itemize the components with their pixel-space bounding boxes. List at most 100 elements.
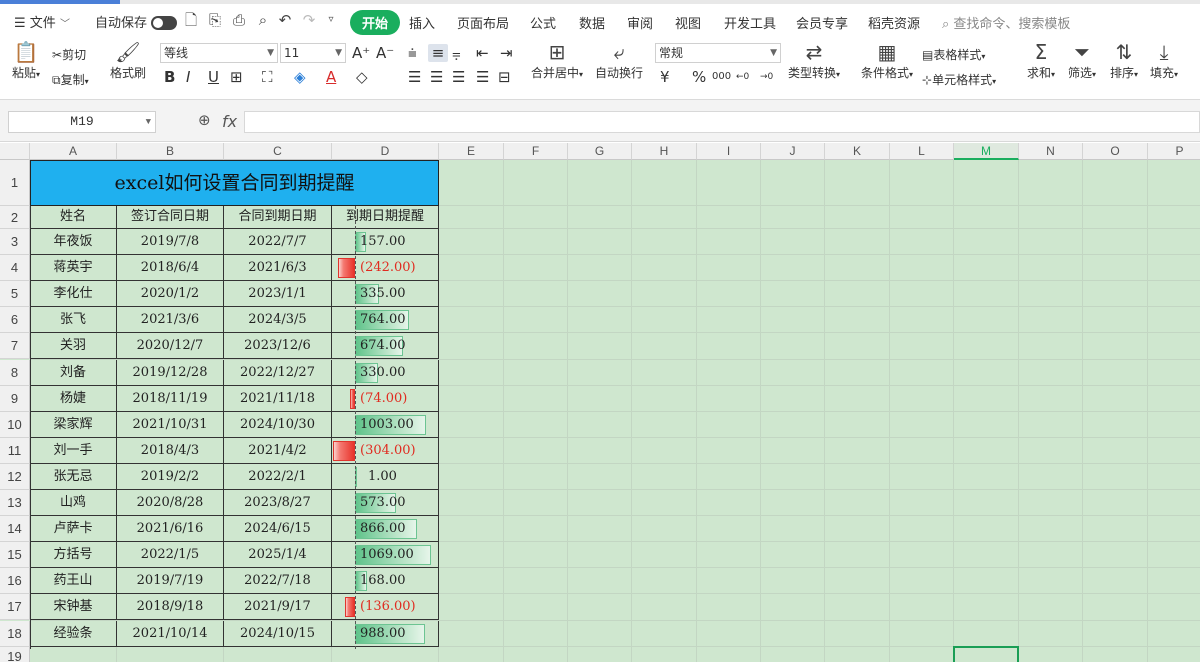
font-shrink-icon[interactable]: A⁻ xyxy=(376,44,394,62)
table-cell-name[interactable]: 杨婕 xyxy=(30,385,117,412)
table-cell-expire-date[interactable]: 2024/3/5 xyxy=(224,307,332,334)
tab-home[interactable]: 开始 xyxy=(350,10,401,35)
clear-format-icon[interactable]: ◇ xyxy=(356,68,368,86)
table-cell-sign-date[interactable]: 2021/10/31 xyxy=(117,411,224,438)
table-cell-name[interactable]: 张飞 xyxy=(30,307,117,334)
column-header-d[interactable]: D xyxy=(332,143,439,160)
sort-button[interactable]: ⇅ 排序▾ xyxy=(1106,40,1142,81)
conditional-format-button[interactable]: ▦ 条件格式▾ xyxy=(858,40,916,81)
table-cell-sign-date[interactable]: 2020/12/7 xyxy=(117,333,224,360)
tab-docer-resources[interactable]: 稻壳资源 xyxy=(868,13,920,32)
column-header-c[interactable]: C xyxy=(224,143,332,160)
column-header-j[interactable]: J xyxy=(761,143,825,160)
worksheet-grid[interactable]: A B C D E F G H I J K L M N O P 1 2 3 4 5 6 7 8 9 10 11 12 13 14 15 16 1… xyxy=(0,143,1200,662)
column-header-h[interactable]: H xyxy=(632,143,697,160)
table-cell-expire-date[interactable]: 2023/8/27 xyxy=(224,490,332,517)
row-header-18[interactable]: 18 xyxy=(0,620,30,647)
table-style-button[interactable]: ▤表格样式▾ xyxy=(922,46,985,63)
table-cell-sign-date[interactable]: 2019/12/28 xyxy=(117,359,224,386)
table-header-cell[interactable]: 姓名 xyxy=(30,206,117,229)
column-header-i[interactable]: I xyxy=(697,143,761,160)
column-header-g[interactable]: G xyxy=(568,143,632,160)
table-header-cell[interactable]: 合同到期日期 xyxy=(224,206,332,229)
table-cell-name[interactable]: 山鸡 xyxy=(30,490,117,517)
row-header-9[interactable]: 9 xyxy=(0,385,30,412)
table-cell-sign-date[interactable]: 2020/8/28 xyxy=(117,490,224,517)
fill-button[interactable]: ⤓ 填充▾ xyxy=(1146,40,1182,81)
table-cell-name[interactable]: 药王山 xyxy=(30,568,117,595)
fill-color-icon[interactable]: ◈ xyxy=(294,68,306,86)
row-header-19[interactable]: 19 xyxy=(0,646,30,662)
print-icon[interactable]: ⎙ xyxy=(230,11,248,29)
table-cell-name[interactable]: 蒋英宇 xyxy=(30,255,117,282)
distribute-icon[interactable]: ⊟ xyxy=(498,68,511,86)
percent-icon[interactable]: % xyxy=(692,68,706,86)
tab-data[interactable]: 数据 xyxy=(579,13,605,32)
table-cell-sign-date[interactable]: 2019/7/8 xyxy=(117,229,224,256)
row-header-17[interactable]: 17 xyxy=(0,594,30,621)
table-cell-name[interactable]: 年夜饭 xyxy=(30,229,117,256)
table-cell-name[interactable]: 卢萨卡 xyxy=(30,516,117,543)
tab-review[interactable]: 审阅 xyxy=(627,13,653,32)
formula-input[interactable] xyxy=(244,111,1200,133)
print-preview-icon[interactable]: ⌕ xyxy=(254,11,272,29)
paste-button[interactable]: 📋 粘贴▾ xyxy=(8,40,44,81)
tab-insert[interactable]: 插入 xyxy=(409,13,435,32)
italic-icon[interactable]: I xyxy=(186,68,190,86)
currency-icon[interactable]: ¥ xyxy=(660,68,670,86)
table-header-cell[interactable]: 到期日期提醒 xyxy=(332,206,439,229)
table-cell-name[interactable]: 宋钟基 xyxy=(30,594,117,621)
justify-icon[interactable]: ☰ xyxy=(476,68,489,86)
table-cell-name[interactable]: 张无忌 xyxy=(30,463,117,490)
column-header-m[interactable]: M xyxy=(954,143,1019,160)
selected-cell-indicator[interactable] xyxy=(953,645,1019,662)
row-header-15[interactable]: 15 xyxy=(0,542,30,569)
tab-formulas[interactable]: 公式 xyxy=(530,13,556,32)
table-cell-sign-date[interactable]: 2018/4/3 xyxy=(117,437,224,464)
indent-decrease-icon[interactable]: ⇤ xyxy=(476,44,489,62)
table-cell-expire-date[interactable]: 2022/7/18 xyxy=(224,568,332,595)
table-cell-expire-date[interactable]: 2022/12/27 xyxy=(224,359,332,386)
table-cell-sign-date[interactable]: 2019/2/2 xyxy=(117,463,224,490)
table-cell-sign-date[interactable]: 2019/7/19 xyxy=(117,568,224,595)
row-header-5[interactable]: 5 xyxy=(0,281,30,308)
table-cell-sign-date[interactable]: 2018/6/4 xyxy=(117,255,224,282)
table-cell-name[interactable]: 李化仕 xyxy=(30,281,117,308)
table-cell-expire-date[interactable]: 2025/1/4 xyxy=(224,542,332,569)
table-cell-sign-date[interactable]: 2021/10/14 xyxy=(117,620,224,647)
cell-fill-icon[interactable]: ⛶ xyxy=(262,68,273,86)
command-search[interactable]: ⌕ 查找命令、搜索模板 xyxy=(942,13,1070,32)
table-cell-name[interactable]: 刘一手 xyxy=(30,437,117,464)
wrap-text-button[interactable]: ⤶ 自动换行 xyxy=(593,40,645,81)
sum-button[interactable]: Σ 求和▾ xyxy=(1024,40,1058,81)
table-cell-sign-date[interactable]: 2022/1/5 xyxy=(117,542,224,569)
column-header-b[interactable]: B xyxy=(117,143,224,160)
row-header-10[interactable]: 10 xyxy=(0,411,30,438)
align-middle-icon[interactable]: ≡ xyxy=(428,44,448,62)
column-header-o[interactable]: O xyxy=(1083,143,1148,160)
name-box[interactable]: M19 ▼ xyxy=(8,111,156,133)
row-header-6[interactable]: 6 xyxy=(0,307,30,334)
align-top-icon[interactable]: ⩧ xyxy=(408,44,417,62)
row-header-3[interactable]: 3 xyxy=(0,229,30,256)
customize-toolbar-icon[interactable]: ▿ xyxy=(322,11,340,29)
table-cell-expire-date[interactable]: 2024/10/30 xyxy=(224,411,332,438)
column-header-a[interactable]: A xyxy=(30,143,117,160)
row-header-16[interactable]: 16 xyxy=(0,568,30,595)
column-header-e[interactable]: E xyxy=(439,143,504,160)
type-convert-button[interactable]: ⇄ 类型转换▾ xyxy=(786,40,842,81)
tab-view[interactable]: 视图 xyxy=(675,13,701,32)
column-header-l[interactable]: L xyxy=(890,143,954,160)
align-center-icon[interactable]: ☰ xyxy=(430,68,443,86)
table-cell-expire-date[interactable]: 2023/12/6 xyxy=(224,333,332,360)
column-header-k[interactable]: K xyxy=(825,143,890,160)
autosave-toggle[interactable]: 自动保存 xyxy=(95,12,178,31)
row-header-12[interactable]: 12 xyxy=(0,463,30,490)
save-icon[interactable]: 🗋 xyxy=(182,11,200,29)
bold-icon[interactable]: B xyxy=(164,68,175,86)
align-right-icon[interactable]: ☰ xyxy=(452,68,465,86)
filter-button[interactable]: ⏷ 筛选▾ xyxy=(1064,40,1100,81)
table-cell-sign-date[interactable]: 2020/1/2 xyxy=(117,281,224,308)
table-cell-expire-date[interactable]: 2021/6/3 xyxy=(224,255,332,282)
indent-increase-icon[interactable]: ⇥ xyxy=(500,44,513,62)
